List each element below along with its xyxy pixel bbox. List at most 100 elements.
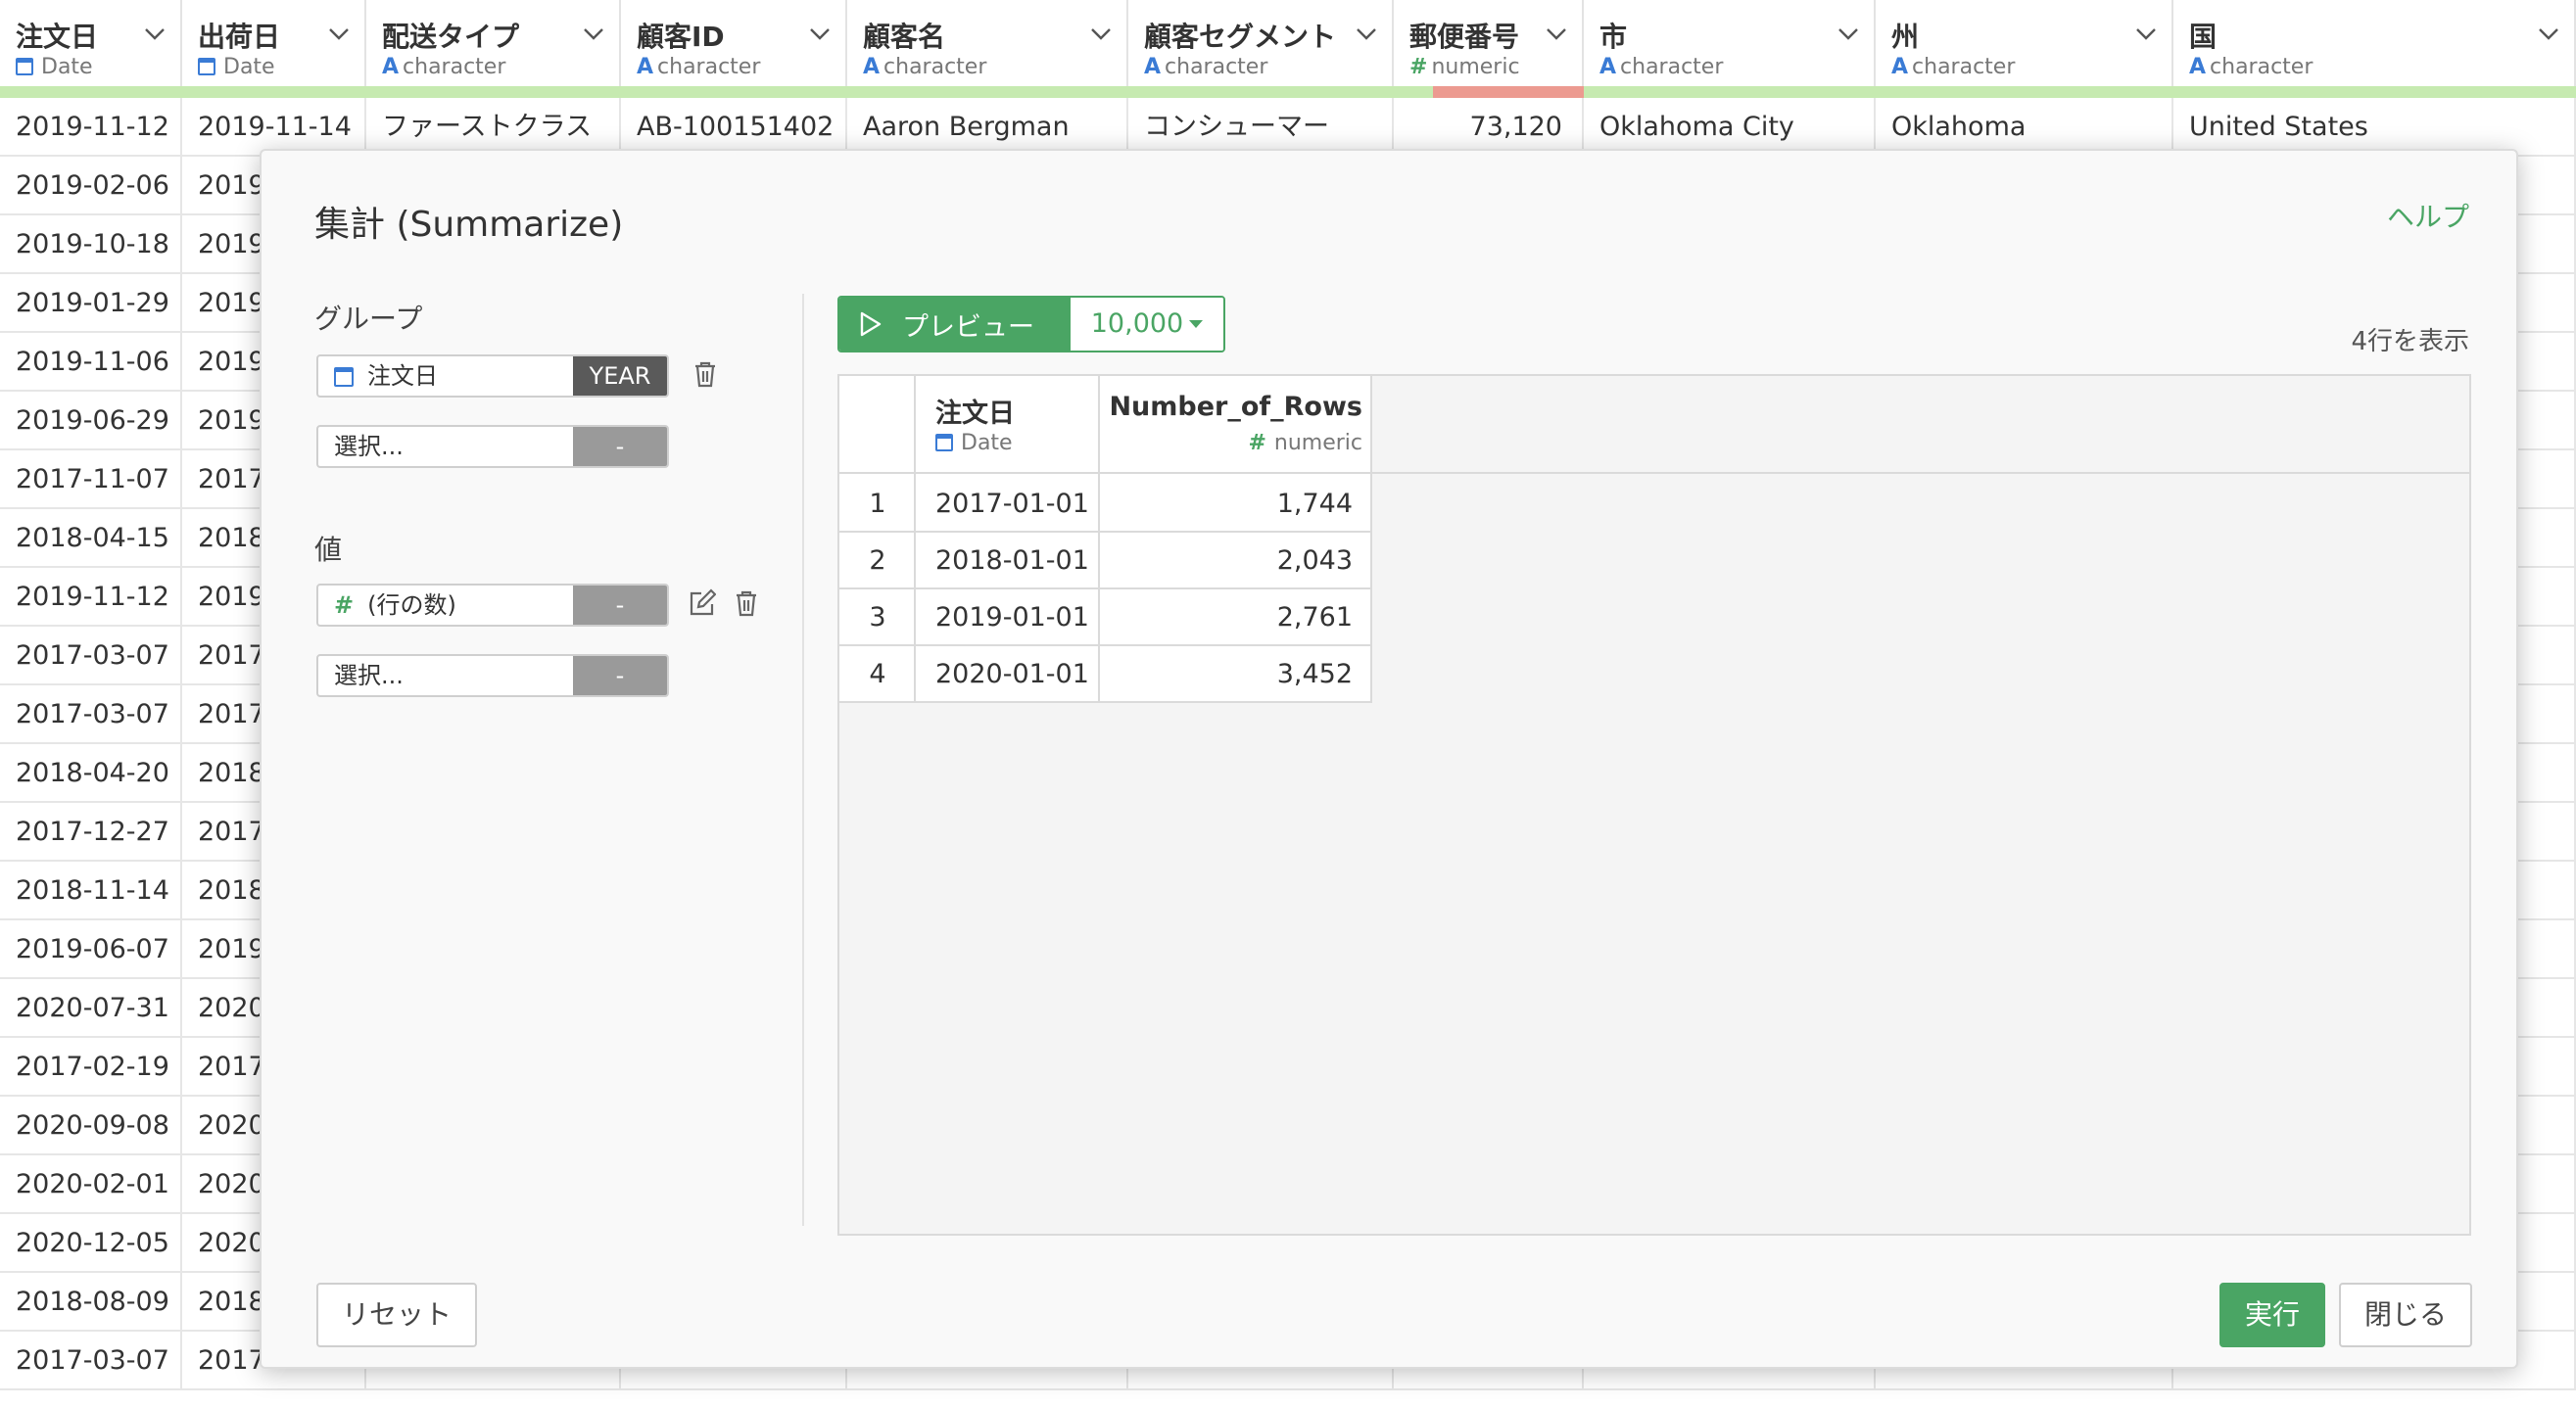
value-add-function-button[interactable]: - — [573, 656, 667, 695]
value-column-select[interactable]: # (行の数) - — [316, 584, 669, 627]
preview-col-date-name: 注文日 — [935, 399, 1015, 429]
table-cell: 2019-06-07 — [0, 920, 182, 979]
grid-column-header[interactable]: 国 Acharacter — [2173, 0, 2576, 86]
chevron-down-icon[interactable] — [1355, 22, 1378, 45]
grid-column-name: 配送タイプ — [382, 21, 520, 53]
table-cell: 2019-10-18 — [0, 215, 182, 274]
preview-cell-count: 3,452 — [1100, 646, 1372, 703]
dialog-title: 集計 (Summarize) — [314, 205, 624, 245]
edit-value-icon[interactable] — [687, 587, 716, 619]
preview-cell-count: 2,043 — [1100, 533, 1372, 589]
grid-column-header[interactable]: 出荷日 Date — [182, 0, 366, 86]
column-quality-bar — [2173, 86, 2576, 98]
grid-column-header[interactable]: 郵便番号 # numeric — [1394, 0, 1584, 86]
chevron-down-icon[interactable] — [1837, 22, 1860, 45]
column-quality-bar — [366, 86, 621, 98]
preview-cell-date: 2018-01-01 — [916, 533, 1100, 589]
table-cell: 2017-03-07 — [0, 1332, 182, 1390]
character-icon: A — [1144, 55, 1162, 79]
preview-button[interactable]: プレビュー — [839, 298, 1071, 351]
grid-column-header[interactable]: 配送タイプ Acharacter — [366, 0, 621, 86]
delete-group-icon[interactable] — [691, 358, 720, 390]
numeric-icon: # — [1409, 55, 1428, 79]
table-cell: 2017-11-07 — [0, 450, 182, 509]
grid-column-header[interactable]: 州 Acharacter — [1876, 0, 2173, 86]
missing-values-bar — [1433, 86, 1584, 98]
numeric-icon: # — [1248, 431, 1266, 455]
preview-cell-date: 2017-01-01 — [916, 476, 1100, 533]
chevron-down-icon[interactable] — [1089, 22, 1113, 45]
grid-column-type: Date — [223, 55, 275, 79]
preview-col-count-type: numeric — [1273, 431, 1362, 455]
grid-column-type: character — [1912, 55, 2016, 79]
value-label: 値 — [314, 534, 343, 566]
summarize-dialog: 集計 (Summarize) ヘルプ グループ 注文日 YEAR 選択... -… — [260, 149, 2518, 1369]
character-icon: A — [2189, 55, 2207, 79]
character-icon: A — [1599, 55, 1617, 79]
preview-button-label: プレビュー — [902, 311, 1034, 343]
help-link[interactable]: ヘルプ — [2387, 196, 2469, 235]
column-quality-bar — [1128, 86, 1394, 98]
group-function-button[interactable]: YEAR — [573, 356, 667, 396]
character-icon: A — [382, 55, 400, 79]
group-column-select[interactable]: 注文日 YEAR — [316, 354, 669, 398]
grid-column-type: character — [1165, 55, 1268, 79]
column-quality-bar — [847, 86, 1128, 98]
table-cell: 2019-06-29 — [0, 392, 182, 450]
preview-limit-value: 10,000 — [1090, 308, 1184, 339]
table-cell: 2018-08-09 — [0, 1273, 182, 1332]
preview-col-date-type: Date — [961, 431, 1013, 455]
grid-column-header[interactable]: 注文日 Date — [0, 0, 182, 86]
calendar-icon — [935, 434, 953, 451]
grid-column-type: Date — [41, 55, 93, 79]
chevron-down-icon[interactable] — [2134, 22, 2158, 45]
table-cell: 2019-02-06 — [0, 157, 182, 215]
grid-column-header[interactable]: 顧客ID Acharacter — [621, 0, 847, 86]
table-cell: 2019-11-12 — [0, 98, 182, 157]
preview-row-index: 1 — [839, 476, 916, 533]
value-function-button[interactable]: - — [573, 586, 667, 625]
column-quality-bar — [621, 86, 847, 98]
table-cell: 2018-04-20 — [0, 744, 182, 803]
chevron-down-icon[interactable] — [143, 22, 167, 45]
reset-button[interactable]: リセット — [316, 1283, 477, 1347]
calendar-icon — [334, 367, 354, 387]
group-add-function-button[interactable]: - — [573, 427, 667, 466]
grid-column-name: 国 — [2189, 21, 2218, 53]
chevron-down-icon[interactable] — [808, 22, 832, 45]
preview-row-index: 3 — [839, 589, 916, 646]
run-button[interactable]: 実行 — [2219, 1283, 2325, 1347]
value-add-select[interactable]: 選択... - — [316, 654, 669, 697]
play-icon — [860, 311, 882, 337]
column-quality-bar — [1394, 86, 1584, 98]
table-cell: 2017-02-19 — [0, 1038, 182, 1097]
grid-column-name: 出荷日 — [198, 21, 281, 53]
group-label: グループ — [314, 303, 423, 335]
grid-column-header[interactable]: 顧客名 Acharacter — [847, 0, 1128, 86]
column-quality-bar — [182, 86, 366, 98]
chevron-down-icon[interactable] — [2537, 22, 2560, 45]
grid-column-type: numeric — [1431, 55, 1520, 79]
preview-cell-count: 2,761 — [1100, 589, 1372, 646]
group-add-select[interactable]: 選択... - — [316, 425, 669, 468]
preview-row-index: 4 — [839, 646, 916, 703]
chevron-down-icon[interactable] — [1545, 22, 1568, 45]
preview-limit-dropdown[interactable]: 10,000 — [1071, 298, 1223, 351]
grid-column-header[interactable]: 市 Acharacter — [1584, 0, 1876, 86]
chevron-down-icon[interactable] — [327, 22, 351, 45]
close-button[interactable]: 閉じる — [2339, 1283, 2472, 1347]
chevron-down-icon[interactable] — [582, 22, 605, 45]
numeric-icon: # — [334, 591, 355, 619]
preview-cell-count: 1,744 — [1100, 476, 1372, 533]
group-add-placeholder: 選択... — [334, 433, 404, 460]
value-add-placeholder: 選択... — [334, 662, 404, 689]
grid-column-header[interactable]: 顧客セグメント Acharacter — [1128, 0, 1394, 86]
table-cell: ファーストクラス — [366, 98, 621, 157]
preview-row-index: 2 — [839, 533, 916, 589]
table-cell: AB-100151402 — [621, 98, 847, 157]
table-cell: United States — [2173, 98, 2576, 157]
table-cell: 2018-11-14 — [0, 862, 182, 920]
preview-table-header: 注文日 Date Number_of_Rows # numeric — [839, 376, 2469, 474]
delete-value-icon[interactable] — [732, 587, 761, 619]
rows-shown-text: 4行を表示 — [2351, 327, 2469, 356]
